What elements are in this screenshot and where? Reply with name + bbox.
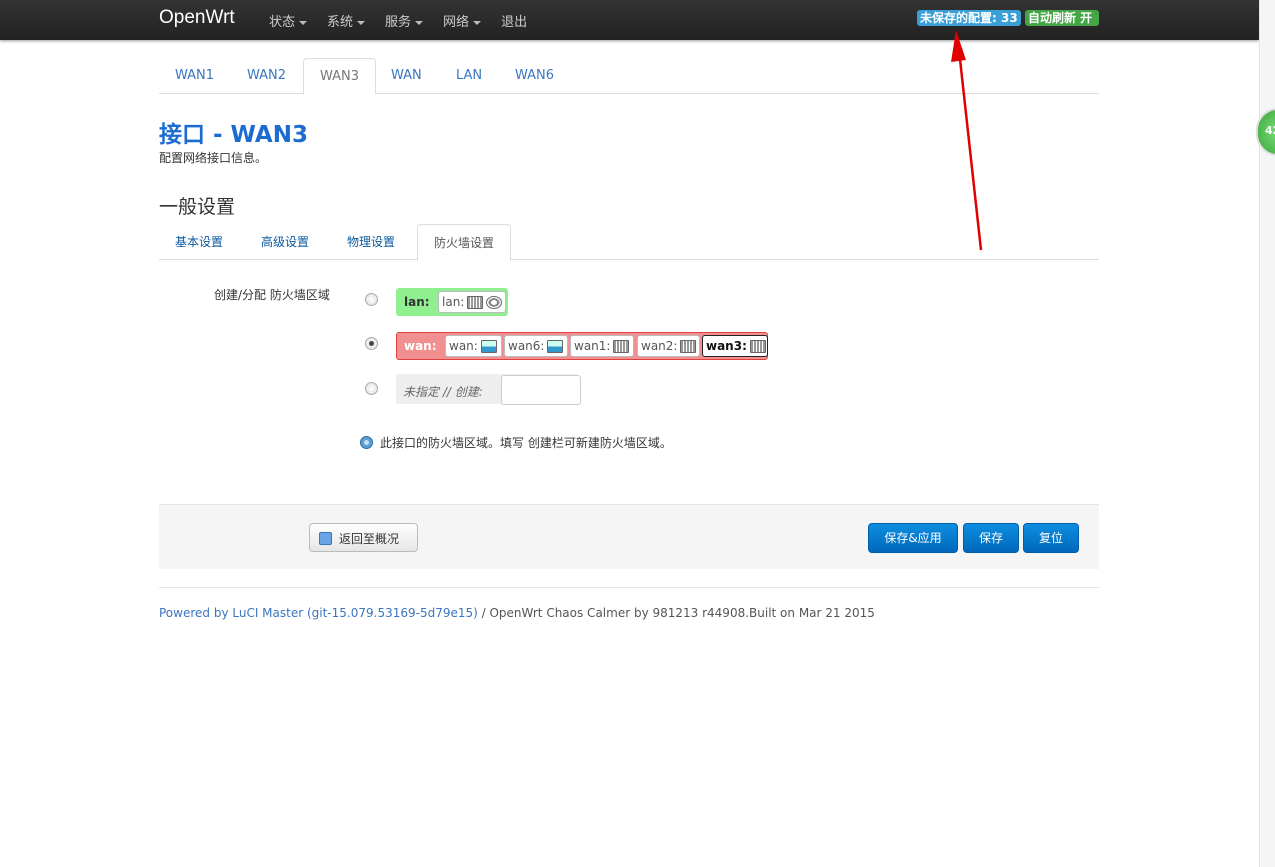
new-zone-input[interactable] xyxy=(501,375,581,405)
tab-wan1[interactable]: WAN1 xyxy=(159,58,230,92)
caret-down-icon xyxy=(473,20,482,25)
save-apply-button[interactable]: 保存&应用 xyxy=(868,523,958,553)
help-info-icon xyxy=(360,436,373,449)
save-button[interactable]: 保存 xyxy=(963,523,1019,553)
top-navbar: OpenWrt 状态 系统 服务 网络 退出 未保存的配置: 33 自动刷新 开 xyxy=(0,0,1259,40)
reset-button[interactable]: 复位 xyxy=(1023,523,1079,553)
switch-icon xyxy=(613,340,630,353)
unspecified-label: 未指定 // 创建: xyxy=(403,385,483,399)
zone-name: wan: xyxy=(404,339,437,353)
settings-subtabs: 基本设置 高级设置 物理设置 防火墙设置 xyxy=(159,224,1099,261)
ethernet-port-icon xyxy=(547,340,564,353)
action-bar: 返回至概况 保存&应用 保存 复位 xyxy=(159,504,1099,569)
firewall-zone-label: 创建/分配 防火墙区域 xyxy=(214,288,330,302)
section-title: 一般设置 xyxy=(159,196,236,218)
menu-system[interactable]: 系统 xyxy=(327,11,366,30)
back-arrow-icon xyxy=(319,532,332,545)
caret-down-icon xyxy=(357,20,366,25)
tab-wan2[interactable]: WAN2 xyxy=(231,58,302,92)
menu-services[interactable]: 服务 xyxy=(385,11,424,30)
subtab-firewall[interactable]: 防火墙设置 xyxy=(417,224,512,261)
luci-link[interactable]: Powered by LuCI Master (git-15.079.53169… xyxy=(159,606,478,620)
firewall-help-text: 此接口的防火墙区域。填写 创建栏可新建防火墙区域。 xyxy=(380,436,672,450)
footer: Powered by LuCI Master (git-15.079.53169… xyxy=(159,606,875,620)
subtab-physical[interactable]: 物理设置 xyxy=(331,224,411,258)
radio-zone-unspecified[interactable] xyxy=(365,382,378,395)
page-description: 配置网络接口信息。 xyxy=(159,151,268,165)
switch-icon xyxy=(680,340,697,353)
ethernet-port-icon xyxy=(480,340,497,353)
switch-icon xyxy=(749,340,766,353)
zone-member-wan1: wan1: xyxy=(570,335,634,357)
main-menu: 状态 系统 服务 网络 退出 xyxy=(269,11,547,30)
zone-member-wan3: wan3: xyxy=(702,335,768,357)
radio-zone-lan[interactable] xyxy=(365,293,378,306)
zone-member-wan2: wan2: xyxy=(637,335,700,357)
menu-logout[interactable]: 退出 xyxy=(501,11,527,30)
radio-zone-wan[interactable] xyxy=(365,337,378,350)
wireless-icon xyxy=(486,296,503,309)
footer-divider xyxy=(159,587,1099,588)
tab-wan6[interactable]: WAN6 xyxy=(499,58,570,92)
switch-icon xyxy=(467,296,484,309)
tab-wan3[interactable]: WAN3 xyxy=(303,58,377,95)
zone-name: lan: xyxy=(404,295,430,309)
tab-lan[interactable]: LAN xyxy=(440,58,498,92)
menu-network[interactable]: 网络 xyxy=(443,11,482,30)
interface-tabs: WAN1 WAN2 WAN3 WAN LAN WAN6 xyxy=(159,58,1099,95)
brand-logo[interactable]: OpenWrt xyxy=(159,7,235,29)
unsaved-changes-badge[interactable]: 未保存的配置: 33 xyxy=(917,10,1021,26)
auto-refresh-badge[interactable]: 自动刷新 开 xyxy=(1025,10,1099,26)
zone-member-wan6: wan6: xyxy=(504,335,568,357)
caret-down-icon xyxy=(299,20,308,25)
back-to-overview-button[interactable]: 返回至概况 xyxy=(309,523,418,552)
caret-down-icon xyxy=(415,20,424,25)
page-title: 接口 - WAN3 xyxy=(159,122,308,148)
menu-status[interactable]: 状态 xyxy=(269,11,308,30)
subtab-advanced[interactable]: 高级设置 xyxy=(245,224,325,258)
zone-member-wan: wan: xyxy=(445,335,502,357)
zone-unspecified: 未指定 // 创建: xyxy=(396,374,581,405)
zone-lan[interactable]: lan: lan: xyxy=(396,288,508,316)
tab-wan[interactable]: WAN xyxy=(375,58,438,92)
zone-member-lan: lan: xyxy=(438,291,506,313)
subtab-basic[interactable]: 基本设置 xyxy=(159,224,239,258)
zone-wan[interactable]: wan: wan: wan6: wan1: wan2: wan3: xyxy=(396,332,768,360)
